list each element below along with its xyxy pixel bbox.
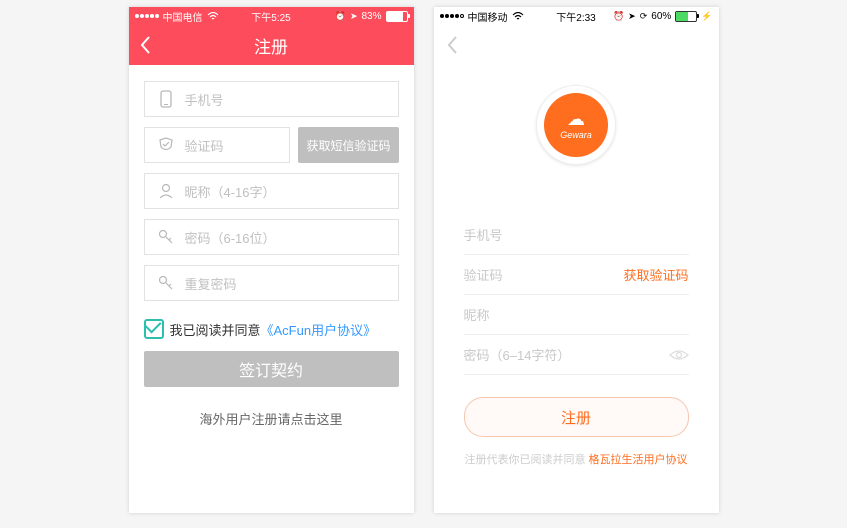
password-input[interactable]: 密码（6-16位） xyxy=(144,219,399,255)
toggle-password-visibility[interactable] xyxy=(669,349,689,361)
brand-logo: ☁ Gewara xyxy=(434,85,719,165)
password-input[interactable]: 密码（6–14字符） xyxy=(464,335,689,375)
key-icon xyxy=(155,275,177,291)
phone-input[interactable]: 手机号 xyxy=(464,215,689,255)
agreement-row: 我已阅读并同意 《AcFun用户协议》 xyxy=(144,319,399,339)
placeholder-text: 昵称 xyxy=(464,305,689,324)
carrier-label: 中国电信 xyxy=(163,9,203,24)
logo-mascot-icon: ☁ xyxy=(567,110,585,128)
disclaimer-prefix: 注册代表你已阅读并同意 xyxy=(464,454,585,466)
back-button[interactable] xyxy=(446,35,458,55)
password-confirm-input[interactable]: 重复密码 xyxy=(144,265,399,301)
placeholder-text: 密码（6-16位） xyxy=(185,228,388,247)
submit-button[interactable]: 签订契约 xyxy=(144,351,399,387)
battery-pct-label: 60% xyxy=(651,11,671,22)
wifi-icon xyxy=(512,12,524,21)
chevron-left-icon xyxy=(139,35,151,55)
rotation-lock-icon: ⟳ xyxy=(640,11,648,22)
battery-pct-label: 83% xyxy=(361,11,381,22)
submit-button[interactable]: 注册 xyxy=(464,397,689,437)
status-bar: 中国电信 下午5:25 83% xyxy=(129,7,414,25)
code-input[interactable]: 验证码 xyxy=(144,127,291,163)
terms-link[interactable]: 《AcFun用户协议》 xyxy=(261,320,377,339)
get-sms-code-button[interactable]: 获取短信验证码 xyxy=(298,127,398,163)
placeholder-text: 密码（6–14字符） xyxy=(464,345,669,364)
alarm-icon xyxy=(613,11,624,22)
placeholder-text: 验证码 xyxy=(185,136,280,155)
signal-dots-icon xyxy=(440,14,464,18)
screen-gewara-register: 中国移动 下午2:33 ⟳ 60% ☁ Gewara 手机号 xyxy=(434,7,719,513)
key-icon xyxy=(155,229,177,245)
carrier-label: 中国移动 xyxy=(468,9,508,24)
disclaimer: 注册代表你已阅读并同意 格瓦拉生活用户协议 xyxy=(464,451,689,467)
terms-link[interactable]: 格瓦拉生活用户协议 xyxy=(589,454,688,466)
clock-label: 下午2:33 xyxy=(556,9,595,24)
battery-icon xyxy=(386,11,408,22)
wifi-icon xyxy=(207,12,219,21)
phone-input[interactable]: 手机号 xyxy=(144,81,399,117)
placeholder-text: 昵称（4-16字） xyxy=(185,182,388,201)
phone-icon xyxy=(155,90,177,108)
location-icon xyxy=(628,11,636,22)
shield-icon xyxy=(155,137,177,153)
page-title: 注册 xyxy=(254,33,288,58)
logo-text: Gewara xyxy=(560,130,592,140)
placeholder-text: 验证码 xyxy=(464,265,624,284)
eye-icon xyxy=(669,349,689,361)
back-button[interactable] xyxy=(139,35,151,55)
placeholder-text: 手机号 xyxy=(185,90,388,109)
nav-header: 注册 xyxy=(129,25,414,65)
code-input[interactable]: 验证码 获取验证码 xyxy=(464,255,689,295)
placeholder-text: 重复密码 xyxy=(185,274,388,293)
battery-icon xyxy=(675,11,697,22)
overseas-link[interactable]: 海外用户注册请点击这里 xyxy=(144,409,399,428)
user-icon xyxy=(155,183,177,199)
chevron-left-icon xyxy=(446,35,458,55)
alarm-icon xyxy=(335,11,346,22)
nickname-input[interactable]: 昵称 xyxy=(464,295,689,335)
screen-acfun-register: 中国电信 下午5:25 83% 注册 手机号 xyxy=(129,7,414,513)
get-code-button[interactable]: 获取验证码 xyxy=(623,265,688,284)
placeholder-text: 手机号 xyxy=(464,225,689,244)
location-icon xyxy=(350,11,358,22)
charging-icon xyxy=(701,11,712,22)
agree-checkbox[interactable] xyxy=(144,319,164,339)
agree-prefix: 我已阅读并同意 xyxy=(170,320,261,339)
signal-dots-icon xyxy=(135,14,159,18)
clock-label: 下午5:25 xyxy=(251,9,290,24)
status-bar: 中国移动 下午2:33 ⟳ 60% xyxy=(434,7,719,25)
nickname-input[interactable]: 昵称（4-16字） xyxy=(144,173,399,209)
nav-header xyxy=(434,25,719,65)
